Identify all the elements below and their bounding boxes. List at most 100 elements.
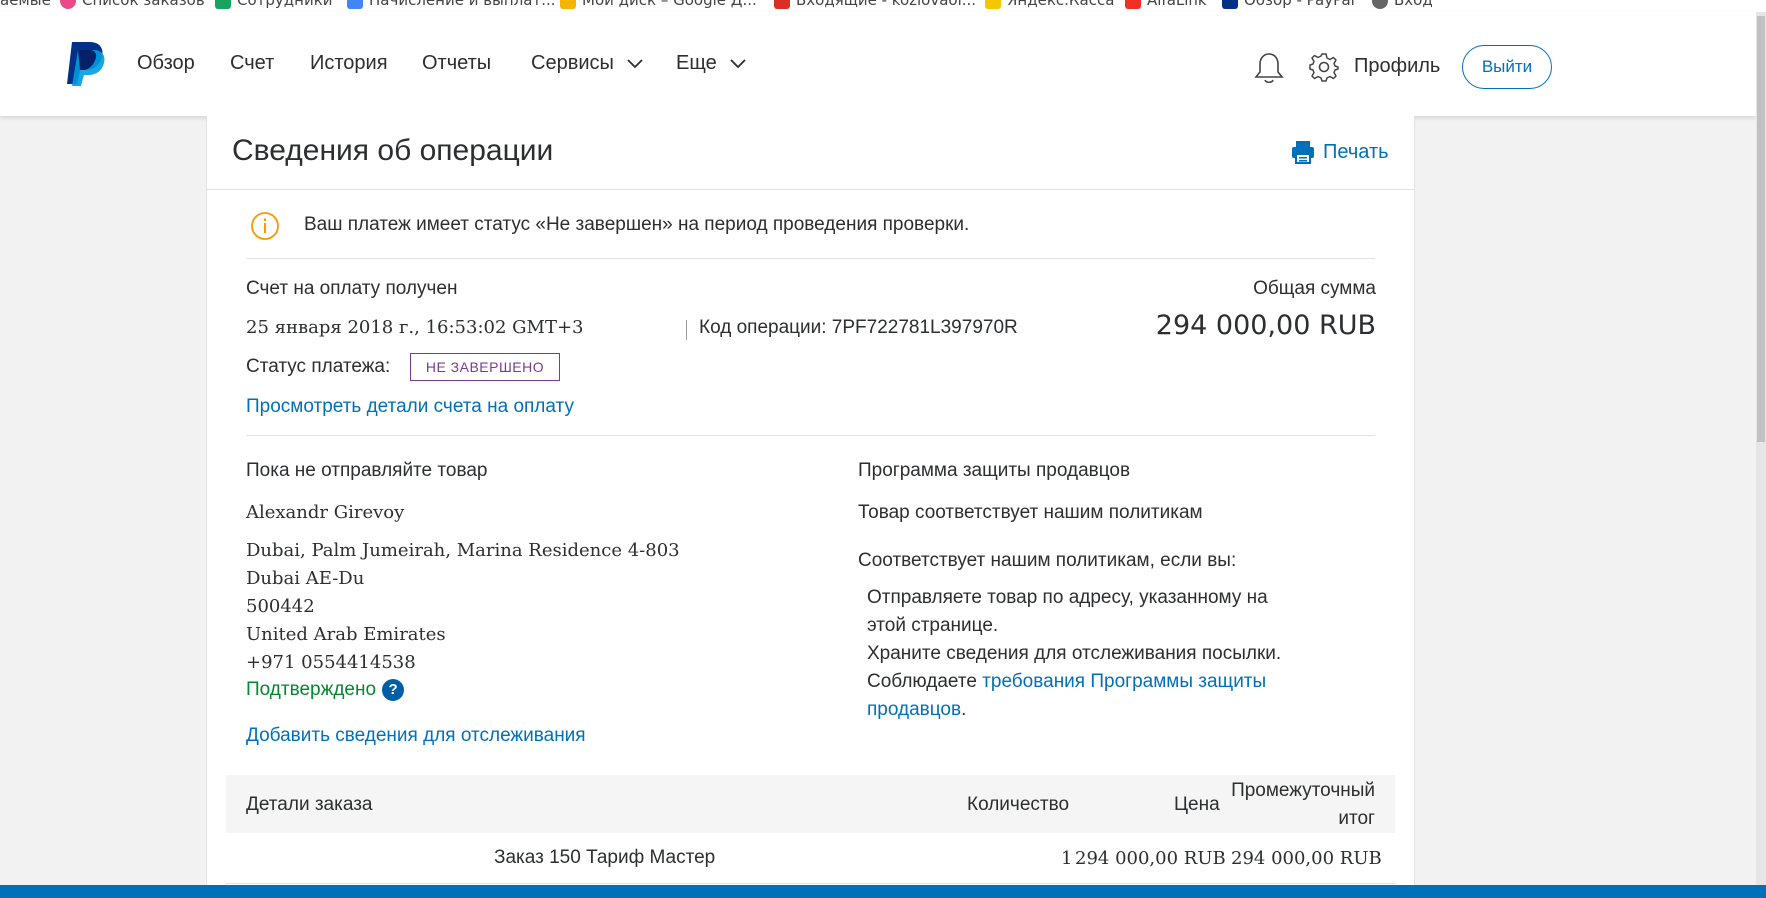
nav-reports[interactable]: Отчеты [422,52,491,75]
transaction-date: 25 января 2018 г., 16:53:02 GMT+3 [246,317,584,338]
globe-icon [1372,0,1388,9]
total-amount-label: Общая сумма [1253,278,1376,299]
nav-label: История [310,52,388,74]
operation-code: Код операции: 7PF722781L397970R [699,317,1018,338]
confirmed-label: Подтверждено [246,679,377,701]
sheet-icon [215,0,231,9]
page-title: Сведения об операции [232,134,554,167]
alfa-icon [1125,0,1141,9]
seller-protection-heading: Программа защиты продавцов [858,460,1131,481]
bookmark-item[interactable]: Мой диск – Google Д... [560,0,757,9]
bookmark-label: Обзор - PayPal [1244,0,1355,9]
policy-item-prefix: Соблюдаете [867,671,983,692]
vertical-separator [686,320,687,340]
print-label: Печать [1323,140,1389,163]
bottom-bar [0,885,1766,898]
transaction-details-card: Сведения об операции Печать Ваш платеж и… [206,116,1415,886]
print-button[interactable]: Печать [1291,140,1389,164]
profile-label: Профиль [1354,55,1441,77]
nav-label: Отчеты [422,52,492,74]
order-item-qty: 1 [1061,848,1073,869]
divider [246,435,1375,436]
divider [226,883,1395,884]
bookmark-item[interactable]: AlfaLink [1125,0,1207,9]
logout-button[interactable]: Выйти [1462,45,1552,89]
bookmark-item[interactable]: Входящие - kozlovaol... [774,0,976,9]
clock-icon [60,0,76,9]
info-alert-icon [251,212,279,240]
total-amount: 294 000,00 RUB [1155,310,1376,341]
bookmark-label: аемые [0,0,51,9]
bookmark-item[interactable]: Список заказов [60,0,205,9]
invoice-received-label: Счет на оплату получен [246,278,458,299]
bookmark-item[interactable]: Сотрудники [215,0,333,9]
order-item-subtotal: 294 000,00 RUB [1231,848,1382,869]
bookmarks-bar: аемые Список заказов Сотрудники Начислен… [0,0,1766,12]
column-header-price: Цена [1174,794,1220,815]
column-header-subtotal: Промежуточный итог [1231,780,1375,829]
drive-icon [347,0,363,9]
policy-item-suffix: . [961,699,967,720]
nav-label: Сервисы [531,52,614,74]
gmail-icon [774,0,790,9]
gear-icon[interactable] [1309,52,1339,82]
logout-label: Выйти [1481,57,1533,76]
add-tracking-link[interactable]: Добавить сведения для отслеживания [246,725,586,747]
paypal-icon [1222,0,1238,9]
bookmark-label: Яндекс.Касса [1007,0,1115,9]
paypal-logo-icon[interactable] [64,40,106,86]
address-line: United Arab Emirates [246,624,446,645]
printer-icon [1292,141,1314,164]
bookmark-item[interactable]: Вход [1372,0,1433,9]
column-header-order-details: Детали заказа [246,794,373,815]
address-confirmed: Подтверждено? [246,679,405,701]
order-item-price: 294 000,00 RUB [1075,848,1226,869]
address-line: 500442 [246,596,315,617]
policy-conditions-intro: Соответствует нашим политикам, если вы: [858,550,1237,571]
bookmark-item[interactable]: аемые [0,0,51,9]
order-item-name: Заказ 150 Тариф Мастер [494,847,716,868]
payment-status-label: Статус платежа: [246,356,391,377]
chevron-down-icon [627,59,644,68]
card-title-bar: Сведения об операции Печать [207,116,1414,190]
bookmark-item[interactable]: Обзор - PayPal [1222,0,1355,9]
bell-icon[interactable] [1253,51,1285,85]
status-alert-message: Ваш платеж имеет статус «Не завершен» на… [304,214,970,235]
drive-icon [560,0,576,9]
nav-account[interactable]: Счет [230,52,274,75]
policy-item: Храните сведения для отслеживания посылк… [867,643,1282,664]
top-header: Обзор Счет История Отчеты Сервисы Еще Пр… [0,12,1756,116]
bookmark-label: AlfaLink [1147,0,1207,9]
phone-number: +971 0554414538 [246,652,416,673]
view-invoice-link[interactable]: Просмотреть детали счета на оплату [246,396,574,418]
bookmark-label: Мой диск – Google Д... [582,0,757,9]
help-icon[interactable]: ? [382,679,405,701]
bookmark-label: Вход [1394,0,1433,9]
policy-item: Отправляете товар по адресу, указанному … [867,587,1268,636]
policy-conditions-list: Отправляете товар по адресу, указанному … [867,584,1297,724]
bookmark-label: Список заказов [82,0,205,9]
nav-services[interactable]: Сервисы [531,52,644,75]
nav-more[interactable]: Еще [676,52,746,75]
nav-history[interactable]: История [310,52,388,75]
bookmark-label: Входящие - kozlovaol... [796,0,977,9]
nav-label: Обзор [137,52,195,74]
bookmark-item[interactable]: Начисление и выплат... [347,0,556,9]
bookmark-item[interactable]: Яндекс.Касса [985,0,1114,9]
nav-label: Счет [230,52,275,74]
policy-item: Соблюдаете требования Программы защиты п… [867,668,1297,724]
status-badge: НЕ ЗАВЕРШЕНО [410,353,560,381]
profile-link[interactable]: Профиль [1354,55,1440,78]
buyer-name: Alexandr Girevoy [246,502,405,523]
nav-overview[interactable]: Обзор [137,52,195,75]
scrollbar-thumb[interactable] [1757,16,1765,442]
divider [246,258,1375,259]
bookmark-label: Сотрудники [237,0,333,9]
nav-label: Еще [676,52,717,74]
bookmark-label: Начисление и выплат... [369,0,556,9]
address-line: Dubai AE-Du [246,568,365,589]
address-line: Dubai, Palm Jumeirah, Marina Residence 4… [246,540,680,561]
yandex-icon [985,0,1001,9]
shipping-heading: Пока не отправляйте товар [246,460,488,481]
column-header-quantity: Количество [967,794,1070,815]
